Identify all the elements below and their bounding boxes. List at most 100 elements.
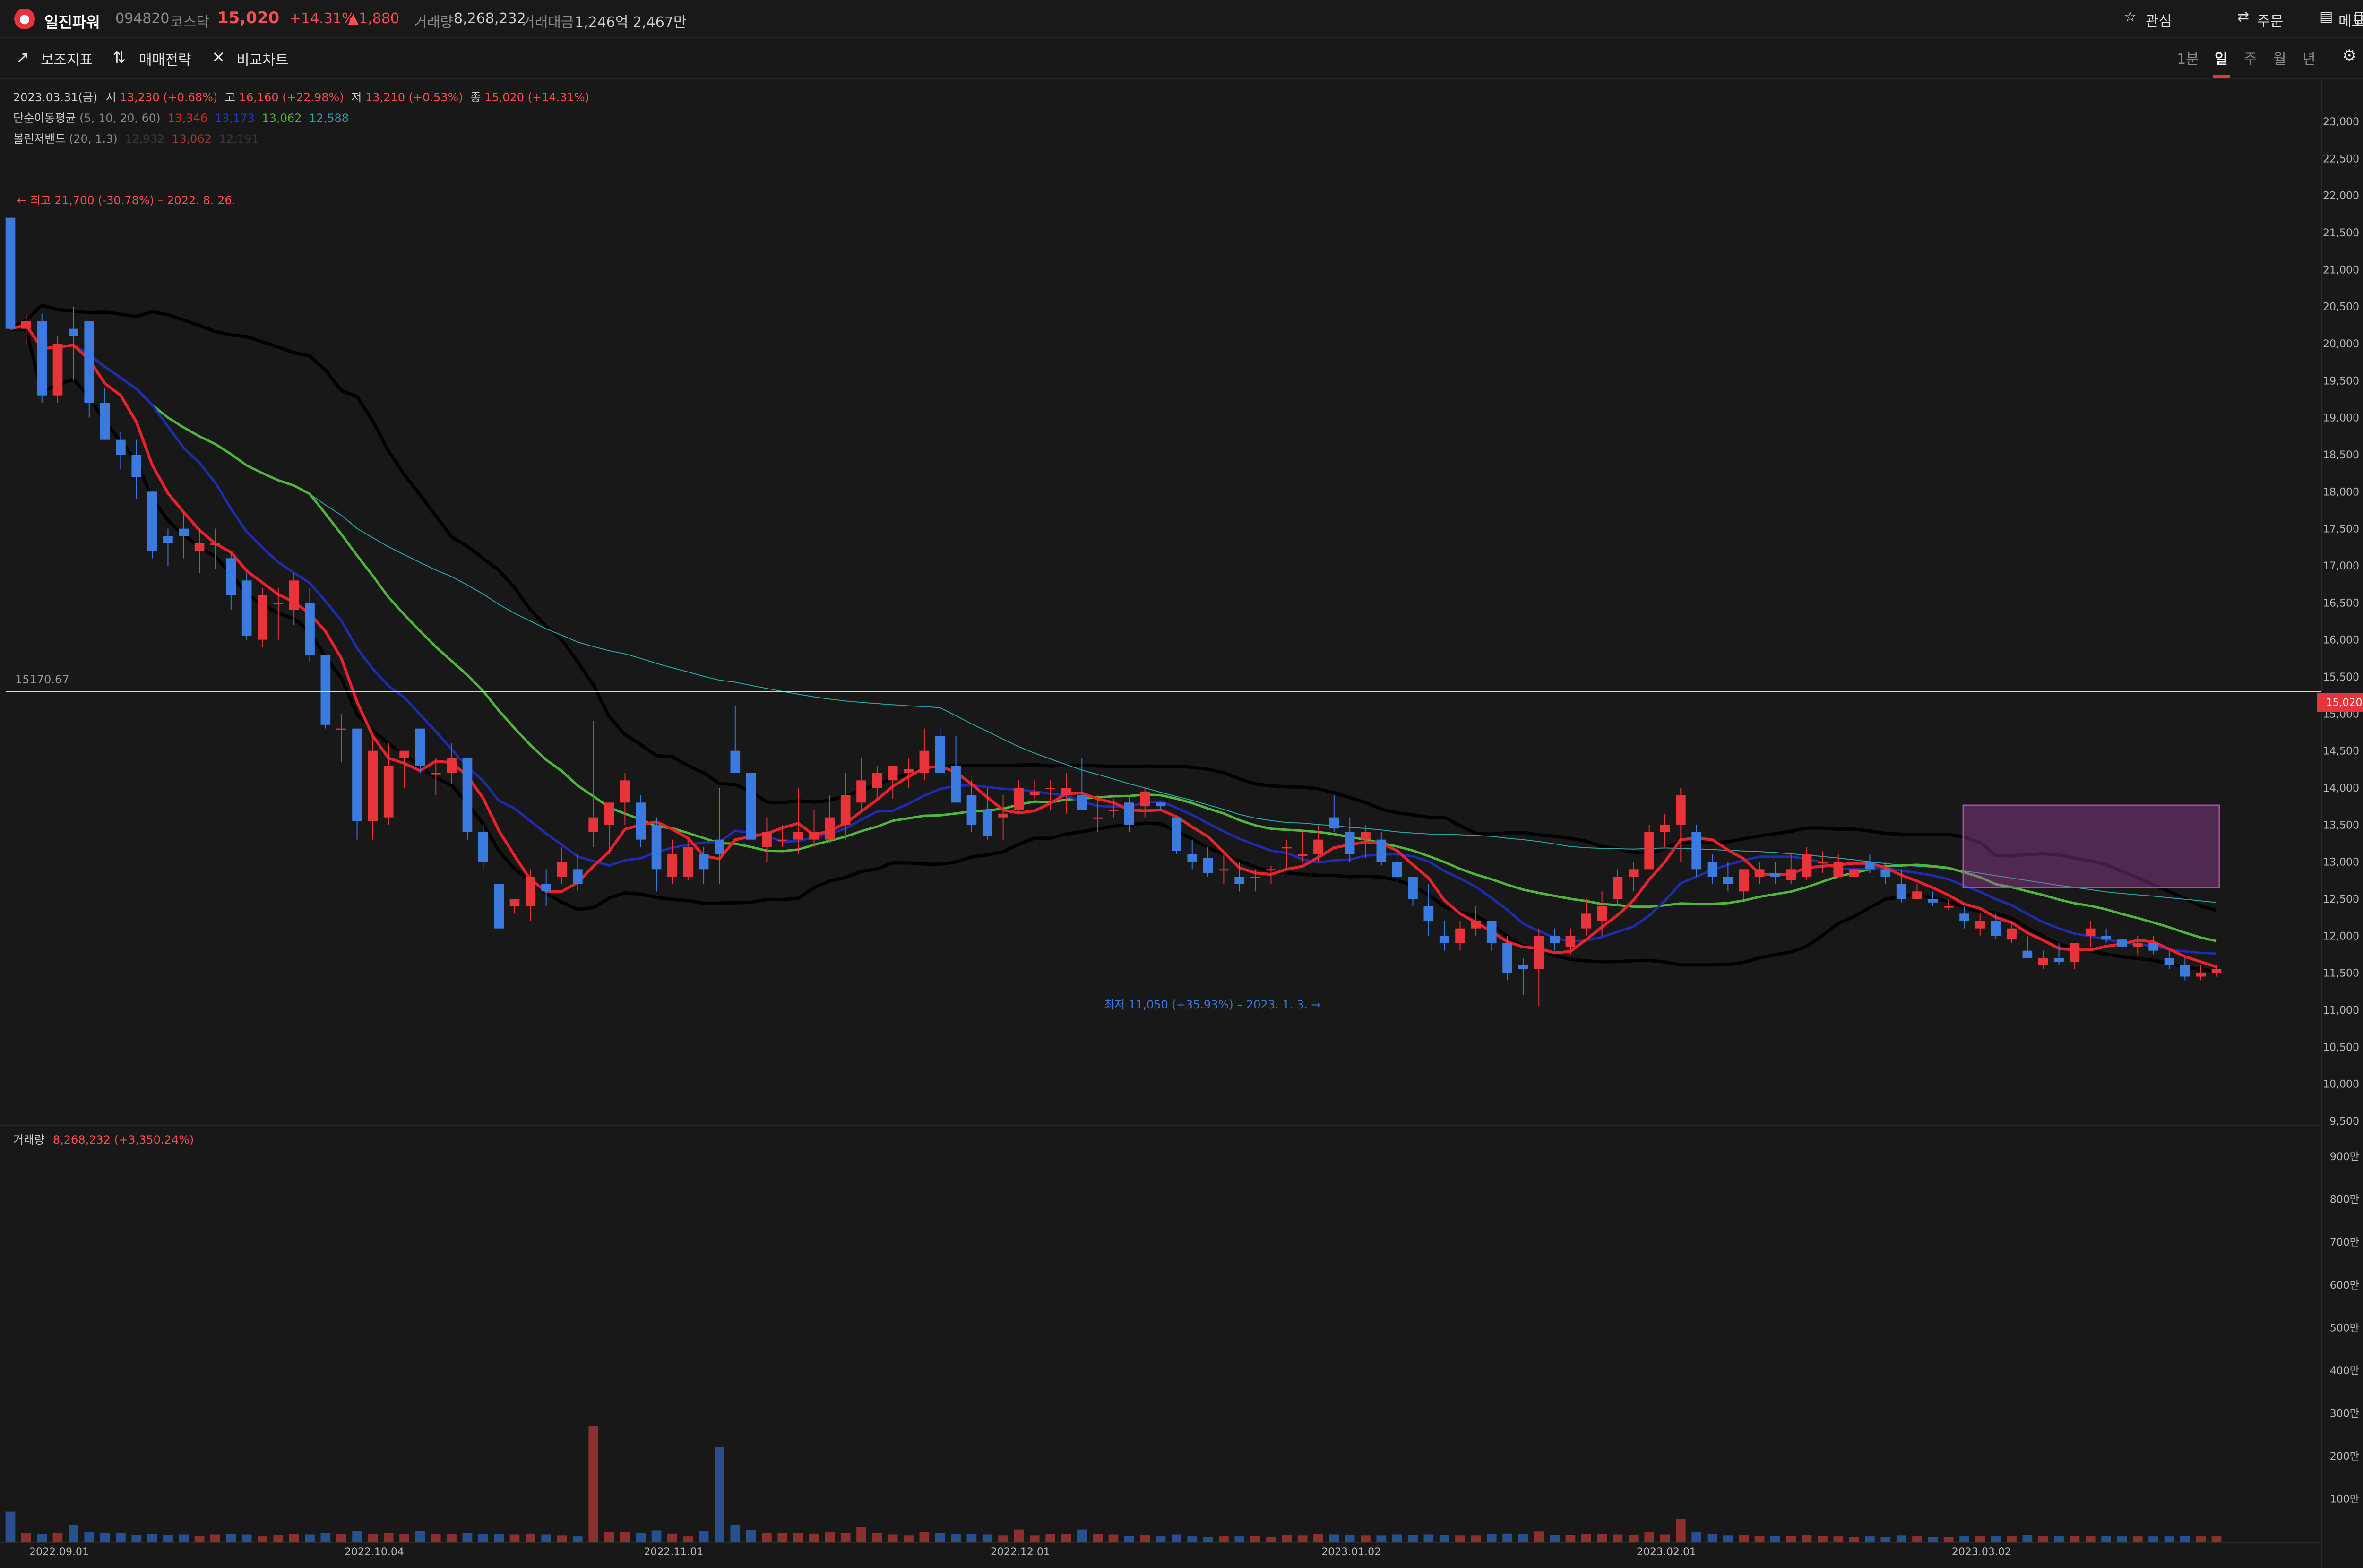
candle-body bbox=[100, 403, 110, 440]
candle-body bbox=[762, 832, 772, 847]
volume-bar bbox=[1628, 1535, 1639, 1542]
candle-body bbox=[1408, 877, 1418, 899]
candle-body bbox=[919, 750, 930, 773]
volume-axis-tick: 200만 bbox=[2330, 1451, 2359, 1463]
volume-bar bbox=[1266, 1537, 1276, 1542]
volume-bar bbox=[1423, 1534, 1434, 1542]
candle-body bbox=[131, 455, 142, 477]
volume-bar bbox=[793, 1532, 803, 1542]
y-axis-tick: 21,500 bbox=[2323, 227, 2359, 239]
volume-bar bbox=[462, 1533, 473, 1542]
volume-bar bbox=[1975, 1536, 1985, 1542]
change-amount: ▲1,880 bbox=[348, 10, 399, 27]
candle-body bbox=[1613, 877, 1623, 899]
volume-bar bbox=[1408, 1535, 1418, 1542]
memo-icon[interactable]: ▤ bbox=[2320, 9, 2333, 25]
bollinger-legend[interactable]: 볼린저밴드 (20, 1.3) 12,932 13,062 12,191 bbox=[13, 129, 259, 146]
volume-bar bbox=[179, 1534, 189, 1542]
bb-lower-value: 12,191 bbox=[219, 132, 259, 146]
candle-body bbox=[320, 655, 331, 725]
volume-bar bbox=[1786, 1536, 1796, 1542]
indicator-button[interactable]: 보조지표 bbox=[41, 48, 93, 69]
volume-bar bbox=[2117, 1536, 2127, 1542]
candle-body bbox=[1361, 832, 1371, 840]
candle-body bbox=[1676, 795, 1686, 825]
period-1min[interactable]: 1분 bbox=[2177, 47, 2199, 68]
volume-bar bbox=[258, 1536, 267, 1542]
candle-body bbox=[194, 543, 205, 551]
strategy-icon[interactable]: ⇅ bbox=[112, 48, 126, 67]
candle-body bbox=[1345, 832, 1355, 854]
volume-bar bbox=[573, 1536, 583, 1542]
candle-body bbox=[809, 832, 819, 840]
volume-bar bbox=[1502, 1533, 1512, 1542]
close-label: 종 bbox=[470, 91, 481, 104]
volume-bar bbox=[888, 1534, 898, 1542]
high-annotation: ← 최고 21,700 (-30.78%) – 2022. 8. 26. bbox=[17, 194, 236, 207]
x-axis-label: 2022.10.04 bbox=[344, 1546, 404, 1558]
period-month[interactable]: 월 bbox=[2273, 47, 2286, 68]
candle-body bbox=[1203, 858, 1213, 873]
y-axis-tick: 23,000 bbox=[2323, 116, 2359, 128]
low-value: 13,210 (+0.53%) bbox=[365, 91, 463, 104]
volume-bar bbox=[1329, 1534, 1339, 1542]
candle-body bbox=[116, 439, 126, 455]
candle-body bbox=[1534, 936, 1544, 969]
candle-body bbox=[1865, 862, 1875, 870]
stock-header: ● 일진파워 094820 코스닥 15,020 +14.31% ▲1,880 … bbox=[0, 0, 2363, 38]
watchlist-button[interactable]: 관심 bbox=[2146, 9, 2172, 30]
volume-bar bbox=[715, 1447, 724, 1542]
sma-legend[interactable]: 단순이동평균 (5, 10, 20, 60) 13,346 13,173 13,… bbox=[13, 109, 349, 125]
volume-bar bbox=[2070, 1536, 2080, 1542]
settings-gear-icon[interactable]: ⚙ bbox=[2342, 46, 2356, 65]
volume-bar bbox=[320, 1533, 331, 1542]
y-axis-tick: 19,000 bbox=[2323, 413, 2359, 424]
candle-body bbox=[2180, 965, 2190, 977]
bollinger-lower-line bbox=[10, 327, 2217, 974]
candle-body bbox=[1486, 921, 1497, 943]
volume-bar bbox=[163, 1535, 173, 1542]
swap-icon[interactable]: ⇄ bbox=[2237, 9, 2249, 25]
x-axis-label: 2023.03.02 bbox=[1951, 1546, 2011, 1558]
candle-body bbox=[2070, 943, 2080, 962]
volume-bar bbox=[226, 1534, 236, 1542]
price-chart[interactable]: 23,000 22,500 22,000 21,500 21,000 20,500 20,0… bbox=[0, 0, 2363, 1568]
candle-body bbox=[1093, 817, 1103, 819]
candle-body bbox=[1707, 862, 1717, 877]
y-axis-tick: 15,500 bbox=[2323, 672, 2359, 683]
indicator-icon[interactable]: ↗ bbox=[16, 48, 30, 67]
panel-toggle-icon[interactable]: ◫ bbox=[2354, 8, 2363, 26]
y-axis-tick: 12,000 bbox=[2323, 930, 2359, 942]
volume-bar bbox=[5, 1511, 16, 1542]
highlight-box[interactable] bbox=[1962, 804, 2220, 888]
candle-body bbox=[1565, 936, 1576, 947]
bollinger-params: (20, 1.3) bbox=[69, 132, 118, 146]
volume-bar bbox=[620, 1532, 630, 1542]
volume-legend: 거래량 8,268,232 (+3,350.24%) bbox=[13, 1130, 194, 1147]
volume-bar bbox=[856, 1527, 866, 1542]
candle-body bbox=[1991, 921, 2001, 936]
volume-bar bbox=[636, 1533, 646, 1542]
candle-body bbox=[431, 773, 441, 775]
order-button[interactable]: 주문 bbox=[2257, 9, 2283, 30]
volume-bar bbox=[1219, 1536, 1229, 1542]
period-week[interactable]: 주 bbox=[2244, 47, 2257, 68]
compare-button[interactable]: 비교차트 bbox=[236, 48, 288, 69]
volume-bar bbox=[2038, 1536, 2048, 1542]
volume-bar bbox=[1802, 1535, 1812, 1542]
period-year[interactable]: 년 bbox=[2303, 47, 2316, 68]
volume-bar bbox=[998, 1535, 1008, 1542]
compare-icon[interactable]: ✕ bbox=[212, 48, 225, 67]
candle-body bbox=[2022, 950, 2033, 958]
strategy-button[interactable]: 매매전략 bbox=[139, 48, 191, 69]
period-day[interactable]: 일 bbox=[2215, 47, 2228, 68]
volume-bar bbox=[131, 1535, 142, 1542]
candle-body bbox=[951, 766, 961, 803]
volume-bar bbox=[872, 1532, 882, 1542]
star-icon[interactable]: ☆ bbox=[2124, 9, 2137, 25]
candle-body bbox=[289, 580, 299, 610]
bollinger-label: 볼린저밴드 bbox=[13, 132, 66, 146]
candle-body bbox=[1550, 936, 1560, 943]
volume-bar bbox=[1550, 1535, 1560, 1542]
stock-name[interactable]: 일진파워 bbox=[44, 10, 100, 32]
